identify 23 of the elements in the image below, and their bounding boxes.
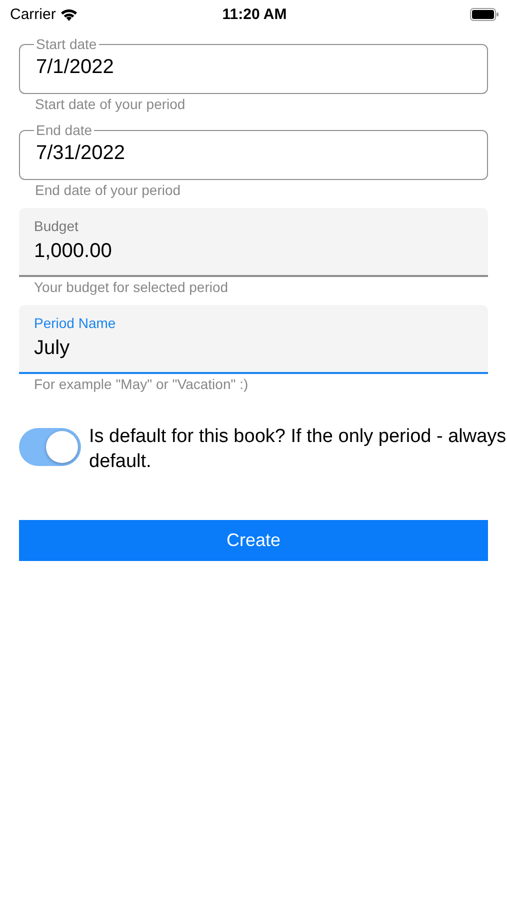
carrier-label: Carrier [10, 6, 56, 22]
wifi-icon [60, 8, 78, 20]
default-toggle[interactable] [19, 428, 81, 466]
helper-text: Your budget for selected period [33, 278, 230, 297]
helper-text: End date of your period [34, 181, 182, 200]
field-label: Start date [35, 36, 98, 52]
field-value: 7/1/2022 [36, 56, 115, 79]
date-field[interactable]: Start date 7/1/2022 [19, 36, 488, 94]
text-field[interactable]: Budget 1,000.00 [19, 208, 488, 277]
toggle-label: Is default for this book? If the only period - always default. [89, 425, 507, 474]
field-label: End date [35, 122, 94, 138]
clock-time: 11:20 AM [221, 6, 288, 22]
date-field[interactable]: End date 7/31/2022 [19, 122, 488, 180]
helper-text: Start date of your period [34, 95, 186, 114]
field-label: Period Name [34, 315, 117, 331]
create-button[interactable]: Create [19, 520, 488, 561]
helper-text: For example "May" or "Vacation" :) [33, 375, 250, 394]
field-value: 7/31/2022 [36, 142, 126, 165]
field-value: July [34, 337, 71, 360]
text-field[interactable]: Period Name July [19, 305, 488, 374]
field-label: Budget [34, 218, 80, 234]
field-value: 1,000.00 [34, 240, 113, 263]
battery-icon [470, 8, 499, 20]
